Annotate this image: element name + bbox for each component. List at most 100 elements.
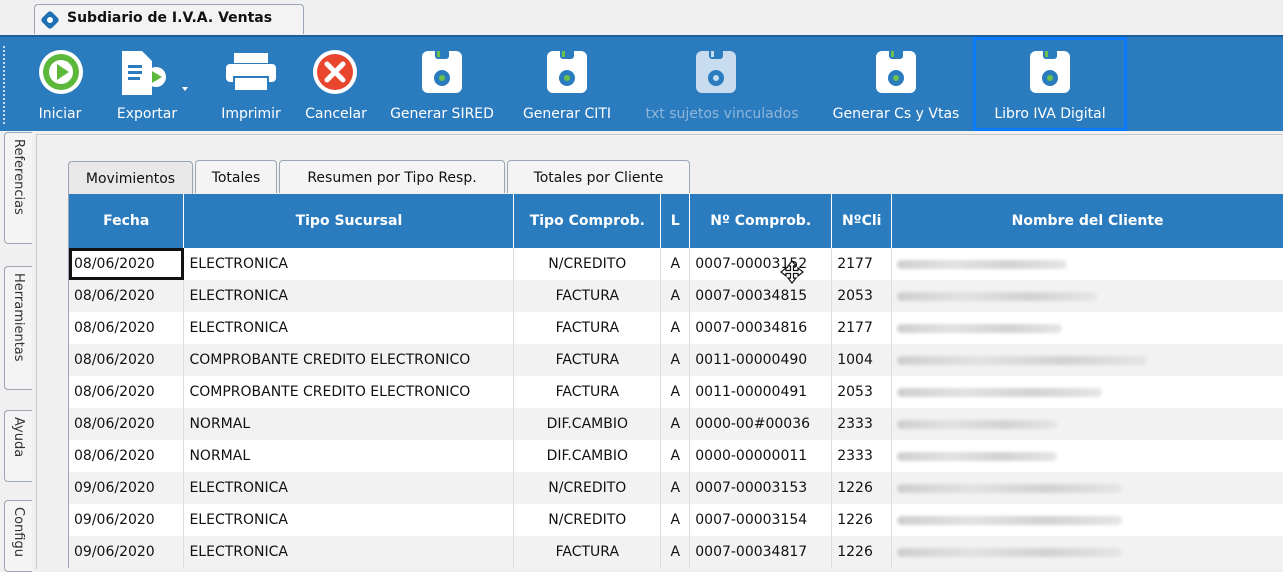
window-tab[interactable]: Subdiario de I.V.A. Ventas xyxy=(34,4,304,34)
table-row[interactable]: 09/06/2020 ELECTRONICA FACTURA A 0007-00… xyxy=(69,536,1283,568)
cell-l[interactable]: A xyxy=(660,536,691,568)
cell-nro[interactable]: 0007-00003153 xyxy=(689,472,833,504)
cell-sucursal[interactable]: ELECTRONICA xyxy=(183,472,515,504)
cell-cliente[interactable] xyxy=(891,280,1283,312)
cell-cli[interactable]: 2333 xyxy=(831,408,893,440)
table-row[interactable]: 08/06/2020 ELECTRONICA FACTURA A 0007-00… xyxy=(69,312,1283,344)
cell-nro[interactable]: 0000-00#00036 xyxy=(689,408,833,440)
cell-nro[interactable]: 0011-00000490 xyxy=(689,344,833,376)
cancelar-button[interactable]: Cancelar xyxy=(298,43,374,127)
cell-tipo[interactable]: N/CREDITO xyxy=(513,248,662,280)
cell-sucursal[interactable]: ELECTRONICA xyxy=(183,312,515,344)
cell-fecha[interactable]: 09/06/2020 xyxy=(69,536,185,568)
cell-fecha[interactable]: 08/06/2020 xyxy=(69,280,185,312)
cell-tipo[interactable]: FACTURA xyxy=(513,280,662,312)
toolbar-grip[interactable] xyxy=(2,45,6,125)
tab-totales[interactable]: Totales xyxy=(195,160,277,193)
movimientos-grid[interactable]: Fecha Tipo Sucursal Tipo Comprob. L Nº C… xyxy=(68,194,1283,568)
cell-fecha[interactable]: 08/06/2020 xyxy=(69,248,185,280)
cell-l[interactable]: A xyxy=(660,440,691,472)
cell-sucursal[interactable]: ELECTRONICA xyxy=(183,248,515,280)
imprimir-button[interactable]: Imprimir xyxy=(214,43,288,127)
cell-l[interactable]: A xyxy=(660,312,691,344)
cell-nro[interactable]: 0007-00034817 xyxy=(689,536,833,568)
cell-tipo[interactable]: DIF.CAMBIO xyxy=(513,440,662,472)
cell-tipo[interactable]: FACTURA xyxy=(513,312,662,344)
exportar-button[interactable]: Exportar xyxy=(106,43,188,127)
tab-movimientos[interactable]: Movimientos xyxy=(68,161,193,194)
cell-l[interactable]: A xyxy=(660,408,691,440)
table-row[interactable]: 08/06/2020 ELECTRONICA FACTURA A 0007-00… xyxy=(69,280,1283,312)
cell-cli[interactable]: 2177 xyxy=(831,248,893,280)
cell-l[interactable]: A xyxy=(660,280,691,312)
table-row[interactable]: 09/06/2020 ELECTRONICA N/CREDITO A 0007-… xyxy=(69,504,1283,536)
cell-nro[interactable]: 0007-00003154 xyxy=(689,504,833,536)
cell-fecha[interactable]: 08/06/2020 xyxy=(69,376,185,408)
cell-nro[interactable]: 0007-00034815 xyxy=(689,280,833,312)
cell-cliente[interactable] xyxy=(891,408,1283,440)
cell-tipo[interactable]: N/CREDITO xyxy=(513,472,662,504)
cell-cliente[interactable] xyxy=(891,344,1283,376)
cell-cli[interactable]: 1226 xyxy=(831,472,893,504)
cell-fecha[interactable]: 08/06/2020 xyxy=(69,408,185,440)
cell-l[interactable]: A xyxy=(660,344,691,376)
cell-cliente[interactable] xyxy=(891,248,1283,280)
cell-tipo[interactable]: FACTURA xyxy=(513,376,662,408)
cell-tipo[interactable]: N/CREDITO xyxy=(513,504,662,536)
cell-fecha[interactable]: 08/06/2020 xyxy=(69,440,185,472)
cell-cli[interactable]: 1226 xyxy=(831,536,893,568)
cell-l[interactable]: A xyxy=(660,472,691,504)
cell-fecha[interactable]: 09/06/2020 xyxy=(69,504,185,536)
cell-tipo[interactable]: FACTURA xyxy=(513,344,662,376)
tab-resumen-tipo-resp[interactable]: Resumen por Tipo Resp. xyxy=(279,160,505,193)
iniciar-button[interactable]: Iniciar xyxy=(30,43,90,127)
cell-cli[interactable]: 1226 xyxy=(831,504,893,536)
cell-sucursal[interactable]: NORMAL xyxy=(183,408,515,440)
side-tab-referencias[interactable]: Referencias xyxy=(4,132,32,244)
cell-cli[interactable]: 1004 xyxy=(831,344,893,376)
side-tab-ayuda[interactable]: Ayuda xyxy=(4,410,32,482)
cell-sucursal[interactable]: ELECTRONICA xyxy=(183,536,515,568)
table-row[interactable]: 08/06/2020 COMPROBANTE CREDITO ELECTRONI… xyxy=(69,376,1283,408)
cell-cliente[interactable] xyxy=(891,504,1283,536)
cell-fecha[interactable]: 09/06/2020 xyxy=(69,472,185,504)
table-row[interactable]: 09/06/2020 ELECTRONICA N/CREDITO A 0007-… xyxy=(69,472,1283,504)
col-tipo-sucursal[interactable]: Tipo Sucursal xyxy=(183,194,515,248)
cell-l[interactable]: A xyxy=(660,504,691,536)
col-fecha[interactable]: Fecha xyxy=(69,194,185,248)
cell-sucursal[interactable]: COMPROBANTE CREDITO ELECTRONICO xyxy=(183,376,515,408)
cell-sucursal[interactable]: ELECTRONICA xyxy=(183,280,515,312)
col-nro-cli[interactable]: NºCli xyxy=(831,194,893,248)
cell-nro[interactable]: 0007-00034816 xyxy=(689,312,833,344)
col-nombre-cliente[interactable]: Nombre del Cliente xyxy=(891,194,1283,248)
cell-fecha[interactable]: 08/06/2020 xyxy=(69,312,185,344)
cell-cliente[interactable] xyxy=(891,376,1283,408)
side-tab-herramientas[interactable]: Herramientas xyxy=(4,266,32,390)
cell-cliente[interactable] xyxy=(891,472,1283,504)
cell-sucursal[interactable]: ELECTRONICA xyxy=(183,504,515,536)
cell-nro[interactable]: 0007-00003152 xyxy=(689,248,833,280)
table-row[interactable]: 08/06/2020 NORMAL DIF.CAMBIO A 0000-00#0… xyxy=(69,408,1283,440)
cell-sucursal[interactable]: NORMAL xyxy=(183,440,515,472)
table-row[interactable]: 08/06/2020 COMPROBANTE CREDITO ELECTRONI… xyxy=(69,344,1283,376)
generar-cs-vtas-button[interactable]: Generar Cs y Vtas xyxy=(822,43,970,127)
cell-sucursal[interactable]: COMPROBANTE CREDITO ELECTRONICO xyxy=(183,344,515,376)
col-nro-comprob[interactable]: Nº Comprob. xyxy=(689,194,833,248)
cell-l[interactable]: A xyxy=(660,248,691,280)
col-l[interactable]: L xyxy=(660,194,691,248)
txt-sujetos-vinculados-button[interactable]: txt sujetos vinculados xyxy=(632,43,812,127)
cell-cliente[interactable] xyxy=(891,440,1283,472)
table-row[interactable]: 08/06/2020 ELECTRONICA N/CREDITO A 0007-… xyxy=(69,248,1283,280)
cell-cliente[interactable] xyxy=(891,536,1283,568)
generar-citi-button[interactable]: Generar CITI xyxy=(512,43,622,127)
cell-cli[interactable]: 2177 xyxy=(831,312,893,344)
side-tab-configuracion[interactable]: Configu xyxy=(4,500,32,572)
cell-fecha[interactable]: 08/06/2020 xyxy=(69,344,185,376)
cell-cli[interactable]: 2053 xyxy=(831,280,893,312)
table-row[interactable]: 08/06/2020 NORMAL DIF.CAMBIO A 0000-0000… xyxy=(69,440,1283,472)
cell-tipo[interactable]: FACTURA xyxy=(513,536,662,568)
cell-cliente[interactable] xyxy=(891,312,1283,344)
cell-nro[interactable]: 0011-00000491 xyxy=(689,376,833,408)
cell-cli[interactable]: 2333 xyxy=(831,440,893,472)
cell-nro[interactable]: 0000-00000011 xyxy=(689,440,833,472)
